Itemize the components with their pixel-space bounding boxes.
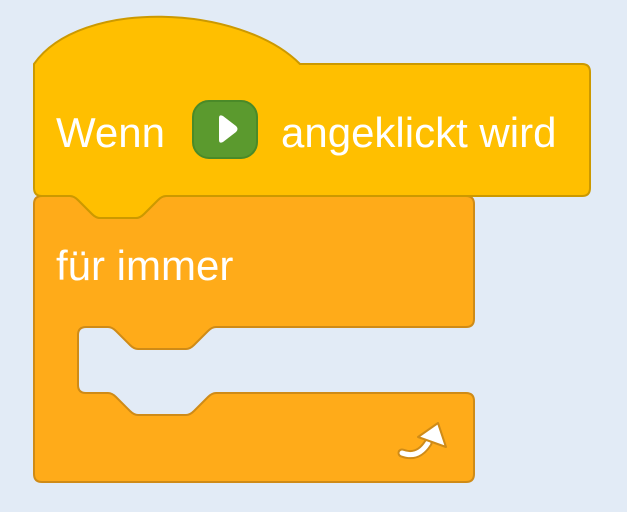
- green-flag-icon[interactable]: [192, 100, 258, 159]
- forever-label: für immer: [56, 242, 233, 289]
- hat-label-after: angeklickt wird: [281, 109, 556, 156]
- code-workspace: für immer Wenn angeklickt wird: [0, 0, 627, 512]
- hat-label-before: Wenn: [56, 109, 165, 156]
